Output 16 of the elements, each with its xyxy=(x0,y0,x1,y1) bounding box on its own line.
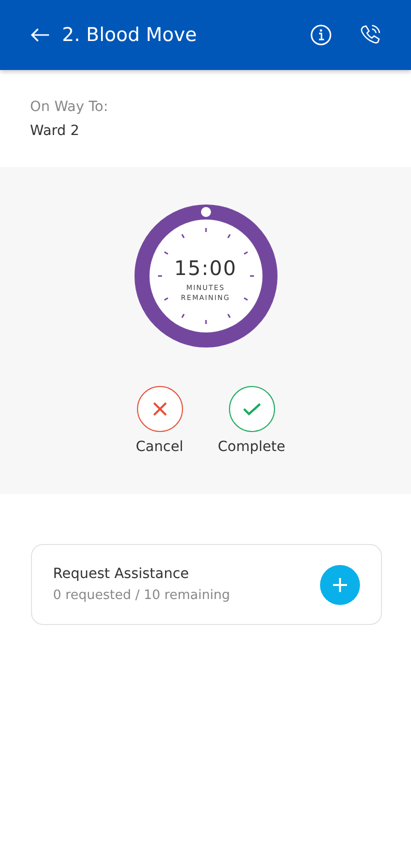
phone-icon[interactable] xyxy=(359,24,381,46)
check-icon xyxy=(242,402,262,416)
info-icon[interactable] xyxy=(310,24,332,46)
timer-time: 15:00 xyxy=(174,256,237,280)
destination-value: Ward 2 xyxy=(30,123,80,139)
plus-icon xyxy=(333,578,347,592)
action-label: Cancel xyxy=(136,439,184,455)
screen-title: 2. Blood Move xyxy=(62,24,197,46)
close-icon xyxy=(152,401,168,417)
back-arrow-icon[interactable] xyxy=(30,28,50,42)
cancel-button[interactable] xyxy=(136,386,182,432)
destination-label: On Way To: xyxy=(30,99,110,115)
action-label: Complete xyxy=(218,439,286,455)
assistance-title: Request Assistance xyxy=(53,566,190,582)
assistance-status: 0 requested / 10 remaining xyxy=(53,588,232,603)
complete-button[interactable] xyxy=(228,386,274,432)
